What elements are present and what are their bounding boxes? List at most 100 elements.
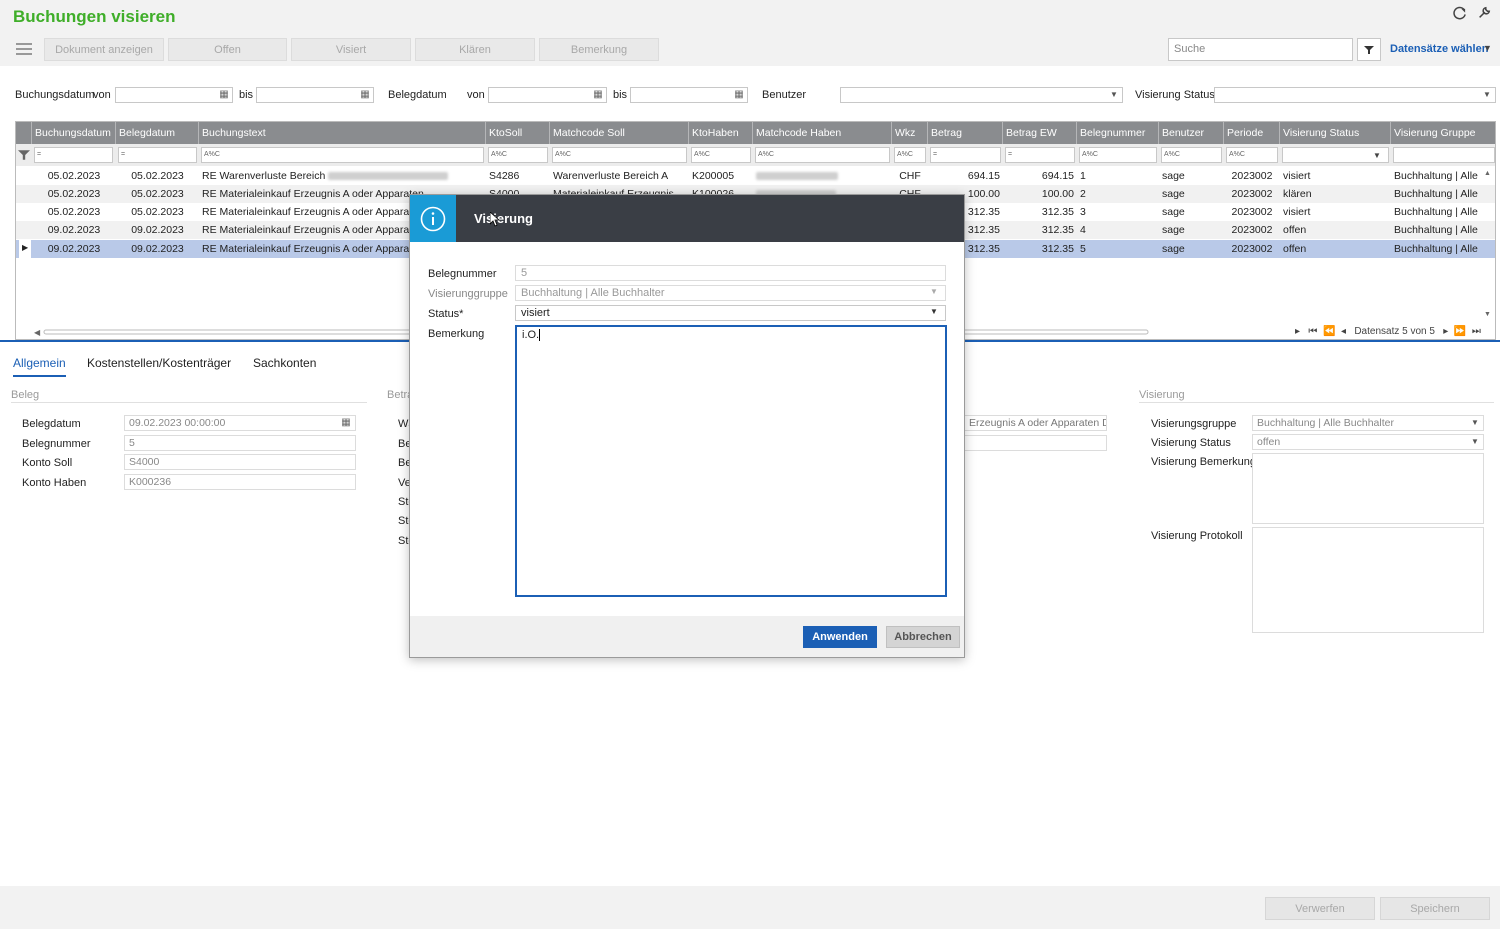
filter-cell[interactable]: A%C [894, 147, 926, 163]
table-row[interactable]: 05.02.2023 05.02.2023 RE Warenverluste B… [16, 167, 1495, 185]
prev-page-icon[interactable]: ⏪ [1323, 326, 1335, 337]
calendar-icon[interactable]: ▦ [216, 88, 232, 102]
text-field[interactable] [964, 435, 1107, 451]
column-header[interactable]: Belegnummer [1077, 122, 1159, 144]
column-header[interactable]: KtoSoll [486, 122, 550, 144]
next-icon[interactable]: ▸ [1295, 326, 1300, 337]
column-header[interactable]: Belegdatum [116, 122, 199, 144]
filter-cell[interactable]: = [1005, 147, 1075, 163]
visiert-button[interactable]: Visiert [291, 38, 411, 61]
cell: 694.15 [967, 170, 1000, 182]
calendar-icon[interactable]: ▦ [590, 88, 606, 102]
klaeren-button[interactable]: Klären [415, 38, 535, 61]
first-record-icon[interactable]: ⏮ [1308, 326, 1317, 337]
bemerkung-textarea[interactable]: i.O. [515, 325, 947, 597]
cell: 4 [1080, 224, 1086, 236]
chevron-down-icon[interactable]: ▼ [1483, 43, 1492, 53]
info-icon [410, 195, 456, 242]
speichern-button[interactable]: Speichern [1380, 897, 1490, 920]
visierung-protokoll-textarea[interactable] [1252, 527, 1484, 633]
bemerkung-button[interactable]: Bemerkung [539, 38, 659, 61]
cell: 2 [1080, 188, 1086, 200]
filter-cell[interactable]: = [34, 147, 113, 163]
visierung-bemerkung-textarea[interactable] [1252, 453, 1484, 524]
status-select[interactable]: visiert [515, 305, 946, 321]
calendar-icon[interactable]: ▦ [731, 88, 747, 102]
refresh-icon[interactable] [1452, 6, 1467, 25]
text-field[interactable]: Erzeugnis A oder Apparaten D [964, 415, 1107, 431]
filter-dropdown-button[interactable] [1357, 38, 1381, 61]
row-indicator-icon: ▶ [19, 240, 31, 258]
visierungsgruppe-select[interactable]: Buchhaltung | Alle Buchhalter [1252, 415, 1484, 431]
next-record-icon[interactable]: ▸ [1443, 326, 1448, 337]
belegdatum-field[interactable]: 09.02.2023 00:00:00 [124, 415, 356, 431]
filter-cell[interactable]: A%C [1079, 147, 1157, 163]
column-header[interactable]: Betrag EW [1003, 122, 1077, 144]
chevron-down-icon[interactable]: ▼ [1106, 88, 1122, 102]
chevron-down-icon[interactable]: ▼ [1467, 416, 1483, 430]
bis-label: bis [239, 89, 254, 101]
cell [753, 167, 892, 185]
visierungsgruppe-select[interactable]: Buchhaltung | Alle Buchhalter [515, 285, 946, 301]
tab-sachkonten[interactable]: Sachkonten [253, 356, 316, 370]
offen-button[interactable]: Offen [168, 38, 287, 61]
scroll-down-icon[interactable]: ▼ [1484, 311, 1491, 318]
chevron-down-icon[interactable]: ▼ [1479, 88, 1495, 102]
filter-cell[interactable]: A%C [201, 147, 484, 163]
calendar-icon[interactable]: ▦ [338, 416, 354, 430]
cell: 694.15 [1041, 170, 1074, 182]
next-page-icon[interactable]: ⏩ [1454, 326, 1466, 337]
column-header[interactable]: Wkz [892, 122, 928, 144]
cell: sage [1162, 206, 1185, 218]
filter-cell[interactable] [1393, 147, 1495, 163]
benutzer-select[interactable] [840, 87, 1123, 103]
belegnummer-field[interactable]: 5 [124, 435, 356, 451]
chevron-down-icon[interactable]: ▼ [1467, 435, 1483, 449]
tab-allgemein[interactable]: Allgemein [13, 356, 66, 377]
filter-cell[interactable]: A%C [552, 147, 687, 163]
filter-cell[interactable]: = [118, 147, 197, 163]
column-header[interactable]: KtoHaben [689, 122, 753, 144]
filter-cell[interactable]: A%C [1161, 147, 1222, 163]
prev-record-icon[interactable]: ◂ [1341, 326, 1346, 337]
chevron-down-icon[interactable]: ▼ [930, 307, 938, 316]
column-header[interactable]: Periode [1224, 122, 1280, 144]
abbrechen-button[interactable]: Abbrechen [886, 626, 960, 648]
column-header[interactable]: Visierung Status [1280, 122, 1391, 144]
chevron-down-icon[interactable]: ▼ [1373, 151, 1381, 160]
visierung-status-select[interactable] [1214, 87, 1496, 103]
bemerkung-label: Bemerkung [428, 328, 485, 340]
filter-cell[interactable]: A%C [691, 147, 751, 163]
column-header[interactable]: Betrag [928, 122, 1003, 144]
filter-cell[interactable]: A%C [488, 147, 548, 163]
column-header[interactable]: Visierung Gruppe [1391, 122, 1495, 144]
verwerfen-button[interactable]: Verwerfen [1265, 897, 1375, 920]
konto-haben-field[interactable]: K000236 [124, 474, 356, 490]
cell: 312.35 [1041, 224, 1074, 236]
column-header[interactable]: Benutzer [1159, 122, 1224, 144]
column-header[interactable]: Matchcode Haben [753, 122, 892, 144]
konto-haben-label: Konto Haben [22, 477, 87, 489]
belegnummer-input[interactable]: 5 [515, 265, 946, 281]
datensaetze-waehlen-link[interactable]: Datensätze wählen [1390, 43, 1488, 55]
search-input[interactable]: Suche [1168, 38, 1353, 61]
chevron-down-icon[interactable]: ▼ [930, 287, 938, 296]
dokument-anzeigen-button[interactable]: Dokument anzeigen [44, 38, 164, 61]
scroll-up-icon[interactable]: ▲ [1484, 170, 1491, 177]
dialog-title: Visierung [474, 211, 534, 226]
konto-soll-field[interactable]: S4000 [124, 454, 356, 470]
wrench-icon[interactable] [1477, 6, 1491, 24]
column-header[interactable]: Buchungstext [199, 122, 486, 144]
column-header[interactable]: Buchungsdatum [32, 122, 116, 144]
filter-cell[interactable]: A%C [1226, 147, 1278, 163]
last-record-icon[interactable]: ⏭ [1472, 326, 1481, 337]
tab-kostenstellen[interactable]: Kostenstellen/Kostenträger [87, 356, 231, 370]
menu-icon[interactable] [16, 41, 32, 61]
calendar-icon[interactable]: ▦ [357, 88, 373, 102]
column-header[interactable]: Matchcode Soll [550, 122, 689, 144]
filter-cell[interactable]: A%C [755, 147, 890, 163]
visierung-status-select[interactable]: offen [1252, 434, 1484, 450]
filter-cell[interactable]: = [930, 147, 1001, 163]
cell: 05.02.2023 [131, 188, 184, 200]
anwenden-button[interactable]: Anwenden [803, 626, 877, 648]
